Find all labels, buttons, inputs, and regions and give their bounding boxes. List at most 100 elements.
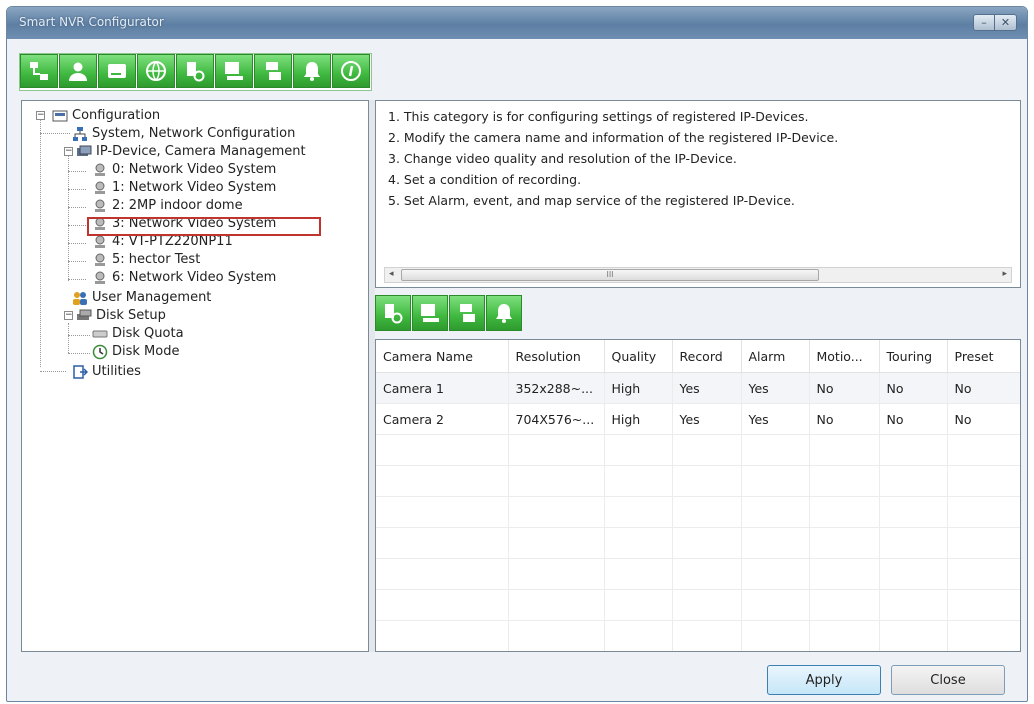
empty-row	[376, 620, 1020, 651]
tree-item-device-5[interactable]: 5: hector Test	[92, 251, 200, 269]
table-cell: High	[604, 403, 673, 435]
tree-connector	[68, 353, 90, 354]
table-cell: No	[947, 372, 1020, 404]
network-globe-icon	[146, 61, 166, 81]
utilities-icon	[73, 365, 88, 379]
tree-item-utilities[interactable]: Utilities	[72, 363, 141, 381]
table-cell: No	[809, 403, 880, 435]
tree-connector	[68, 243, 86, 244]
tree-item-label: 6: Network Video System	[112, 270, 277, 285]
tree-item-ip-device[interactable]: IP-Device, Camera Management	[76, 143, 306, 161]
configuration-icon	[52, 110, 68, 122]
network-button[interactable]	[137, 54, 175, 88]
title-bar[interactable]: Smart NVR Configurator – ✕	[7, 7, 1027, 39]
apply-button[interactable]: Apply	[767, 665, 881, 695]
window-controls: – ✕	[973, 14, 1017, 31]
column-header[interactable]: Resolution	[508, 340, 605, 373]
alarm-device-button[interactable]	[254, 54, 292, 88]
alarm-button[interactable]	[486, 295, 522, 331]
disk-button[interactable]	[98, 54, 136, 88]
table-cell: 352x288~...	[508, 372, 605, 404]
column-header[interactable]: Preset	[947, 340, 1020, 373]
table-row[interactable]: Camera 1 352x288~... High Yes Yes No No …	[376, 372, 1020, 404]
scrollbar-thumb[interactable]: III	[401, 269, 819, 281]
description-line-5: 5. Set Alarm, event, and map service of …	[388, 193, 795, 208]
column-header[interactable]: Camera Name	[376, 340, 509, 373]
horizontal-scrollbar[interactable]: ◂ III ▸	[384, 267, 1012, 283]
tree-item-configuration[interactable]: Configuration	[52, 107, 160, 125]
description-line-3: 3. Change video quality and resolution o…	[388, 151, 737, 166]
column-header[interactable]: Record	[672, 340, 742, 373]
tree-item-disk-setup[interactable]: Disk Setup	[76, 307, 166, 325]
tree-item-disk-mode[interactable]: Disk Mode	[92, 343, 179, 361]
tree-item-label: 1: Network Video System	[112, 180, 277, 195]
description-line-2: 2. Modify the camera name and informatio…	[388, 130, 839, 145]
main-toolbar	[19, 53, 372, 91]
description-line-4: 4. Set a condition of recording.	[388, 172, 582, 187]
camera-icon	[95, 235, 105, 248]
disk-mode-icon	[92, 344, 108, 360]
table-row[interactable]: Camera 2 704X576~... High Yes Yes No No …	[376, 403, 1020, 435]
camera-settings-button[interactable]	[375, 295, 411, 331]
main-window: Smart NVR Configurator – ✕ − − − Configu…	[6, 6, 1028, 702]
table-cell: Yes	[672, 372, 742, 404]
tree-item-system-network[interactable]: System, Network Configuration	[72, 125, 295, 143]
column-header[interactable]: Motio...	[809, 340, 880, 373]
info-button[interactable]	[332, 54, 370, 88]
table-cell: 704X576~...	[508, 403, 605, 435]
tree-item-label: Disk Setup	[96, 308, 166, 323]
disk-icon	[108, 64, 126, 78]
recording-button[interactable]	[412, 295, 448, 331]
tree-connector	[68, 261, 86, 262]
tree-item-device-1[interactable]: 1: Network Video System	[92, 179, 276, 197]
recording-button[interactable]	[215, 54, 253, 88]
empty-row	[376, 558, 1020, 590]
alarm-button[interactable]	[293, 54, 331, 88]
column-header[interactable]: Touring	[879, 340, 948, 373]
alarm-device-button[interactable]	[449, 295, 485, 331]
tree-item-disk-quota[interactable]: Disk Quota	[92, 325, 184, 343]
column-header[interactable]: Alarm	[741, 340, 810, 373]
table-cell: Camera 2	[376, 403, 509, 435]
tree-connector	[40, 133, 70, 134]
hard-disk-icon	[92, 330, 108, 338]
info-icon	[341, 61, 361, 81]
tree-item-device-6[interactable]: 6: Network Video System	[92, 269, 276, 287]
tree-connector	[68, 207, 86, 208]
column-header[interactable]: Quality	[604, 340, 673, 373]
tree-item-device-0[interactable]: 0: Network Video System	[92, 161, 276, 179]
table-cell: No	[809, 372, 880, 404]
close-button[interactable]: Close	[891, 665, 1005, 695]
table-cell: Yes	[741, 403, 810, 435]
expander-disk-setup[interactable]: −	[64, 311, 73, 320]
expander-ip-device[interactable]: −	[64, 147, 73, 156]
tree-connector	[40, 115, 41, 367]
minimize-button[interactable]: –	[973, 14, 995, 31]
description-line-1: 1. This category is for configuring sett…	[388, 109, 809, 124]
tree-item-label: 2: 2MP indoor dome	[112, 198, 243, 213]
camera-icon	[95, 163, 105, 176]
tree-connector	[68, 279, 86, 280]
expander-configuration[interactable]: −	[36, 111, 45, 120]
selected-device-highlight	[87, 217, 321, 236]
network-icon	[73, 127, 87, 141]
camera-settings-button[interactable]	[176, 54, 214, 88]
tree-item-label: Configuration	[72, 108, 161, 123]
scroll-right-arrow[interactable]: ▸	[1002, 269, 1007, 279]
table-cell: No	[879, 372, 948, 404]
user-management-button[interactable]	[59, 54, 97, 88]
empty-row	[376, 496, 1020, 528]
configuration-tree[interactable]: − − − Configuration System, Network Conf…	[21, 100, 369, 652]
window-close-button[interactable]: ✕	[995, 14, 1017, 31]
system-network-button[interactable]	[20, 54, 58, 88]
bell-icon	[304, 62, 320, 81]
tree-item-device-2[interactable]: 2: 2MP indoor dome	[92, 197, 243, 215]
scroll-left-arrow[interactable]: ◂	[389, 269, 394, 279]
tree-item-label: Disk Quota	[112, 326, 184, 341]
camera-grid[interactable]: Camera Name Resolution Quality Record Al…	[375, 339, 1021, 652]
empty-row	[376, 652, 1021, 653]
tree-item-user-management[interactable]: User Management	[72, 289, 211, 307]
tree-connector	[68, 225, 86, 226]
camera-icon	[95, 181, 105, 194]
system-network-icon	[30, 62, 48, 80]
